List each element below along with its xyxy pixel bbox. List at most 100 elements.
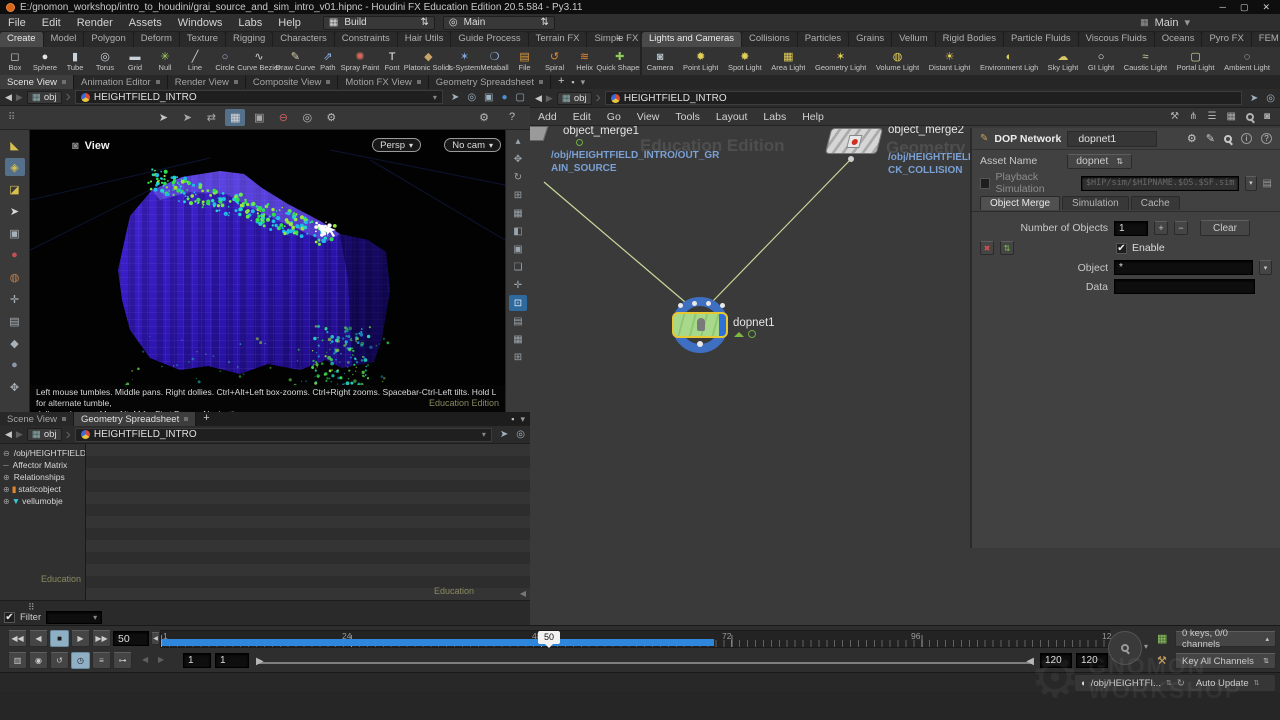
shelf-tab[interactable]: Rigging xyxy=(226,32,273,47)
shelf-tool[interactable]: ◙ Camera xyxy=(642,47,678,75)
path-field[interactable]: HEIGHTFIELD_INTRO xyxy=(605,91,1242,105)
help-icon[interactable]: ? xyxy=(502,109,522,126)
chevron-down-icon[interactable]: ▾ xyxy=(1245,176,1256,191)
display-option-icon[interactable]: ⊡ xyxy=(509,295,527,311)
main-selector[interactable]: ◎ Main ⇅ xyxy=(443,16,555,30)
display-option-icon[interactable]: ▣ xyxy=(509,241,527,257)
pane-tab[interactable]: Render View xyxy=(168,75,246,89)
shelf-tool[interactable]: ◍ Volume Light xyxy=(871,47,924,75)
menu-item[interactable]: Help xyxy=(270,16,309,30)
range-start-handle[interactable]: ▶ xyxy=(256,656,264,667)
viewport-tool-icon[interactable]: ◎ xyxy=(297,109,317,126)
shelf-tool[interactable]: ✚ Quick Shapes xyxy=(600,47,640,75)
display-option-icon[interactable]: ⊞ xyxy=(509,349,527,365)
clear-button[interactable]: Clear xyxy=(1200,220,1250,236)
viewport-side-tool-icon[interactable]: ◣ xyxy=(5,136,25,154)
viewport-side-tool-icon[interactable]: ◪ xyxy=(5,180,25,198)
snapshot-icon[interactable]: ◙ xyxy=(1264,111,1270,122)
shelf-tool[interactable]: ≈ Caustic Light xyxy=(1119,47,1172,75)
shelf-tab[interactable]: Rigid Bodies xyxy=(936,32,1004,47)
range-end-handle[interactable]: ◀ xyxy=(1026,656,1034,667)
pane-tab[interactable]: Motion FX View xyxy=(338,75,428,89)
shelf-tool[interactable]: ✶ Geometry Light xyxy=(810,47,871,75)
add-pane-tab-button[interactable]: + xyxy=(551,75,571,89)
shelf-tab[interactable]: Guide Process xyxy=(451,32,528,47)
shelf-tool[interactable]: ✶ L-System xyxy=(450,47,480,75)
playbar-option-icon[interactable]: ⊶ xyxy=(113,652,132,669)
node-output-dot[interactable] xyxy=(697,341,703,347)
projection-selector[interactable]: Persp ▾ xyxy=(372,138,421,152)
tree-expander-icon[interactable]: ⊕ xyxy=(3,485,10,494)
cube-icon[interactable]: ▣ xyxy=(484,92,493,103)
frame-range-slider[interactable]: ▶ ◀ xyxy=(258,656,1032,670)
menu-item[interactable]: Labs xyxy=(230,16,270,30)
display-option-icon[interactable]: ↻ xyxy=(509,169,527,185)
viewport-tool-icon[interactable]: ▦ xyxy=(225,109,245,126)
tree-item[interactable]: ⊕ ▼ vellumobje xyxy=(0,495,85,507)
display-option-icon[interactable]: ▤ xyxy=(509,313,527,329)
display-option-icon[interactable]: ▦ xyxy=(509,331,527,347)
search-icon[interactable] xyxy=(1246,113,1254,121)
shelf-tool[interactable]: ◻ Box xyxy=(0,47,30,75)
viewport-side-tool-icon[interactable]: ▣ xyxy=(5,224,25,242)
brush-icon[interactable]: ✎ xyxy=(1206,132,1215,145)
shelf-tool[interactable]: ≋ Helix xyxy=(570,47,600,75)
desktop-name[interactable]: Main xyxy=(1155,17,1179,29)
pin-icon[interactable]: ➤ xyxy=(500,429,508,440)
key-all-channels-selector[interactable]: Key All Channels⇅ xyxy=(1175,653,1276,669)
playback-button[interactable]: ▶ xyxy=(71,630,90,647)
range-start-field[interactable]: 1 xyxy=(215,653,249,668)
info-icon[interactable]: i xyxy=(1241,133,1252,144)
path-field[interactable]: HEIGHTFIELD_INTRO ▾ xyxy=(75,428,492,442)
shelf-tool[interactable]: ☁ Sky Light xyxy=(1043,47,1083,75)
shelf-tool[interactable]: ◐ Environment Light xyxy=(975,47,1043,75)
shelf-tool[interactable]: ○ Circle xyxy=(210,47,240,75)
back-icon[interactable]: ◀ xyxy=(535,93,542,104)
box-icon[interactable]: ▢ xyxy=(516,92,525,103)
pane-menu-icon[interactable]: ▾ xyxy=(581,77,586,88)
keys-status-button[interactable]: 0 keys, 0/0 channels▴ xyxy=(1175,631,1276,647)
viewport-tool-icon[interactable]: ➤ xyxy=(153,109,173,126)
global-start-field[interactable]: 1 xyxy=(183,653,211,668)
data-field[interactable] xyxy=(1114,279,1255,294)
node-output-dot[interactable] xyxy=(848,156,854,162)
shelf-tab[interactable]: Oceans xyxy=(1155,32,1203,47)
viewport-side-tool-icon[interactable]: ● xyxy=(5,246,25,264)
viewport-side-tool-icon[interactable]: ◆ xyxy=(5,334,25,352)
path-root-chip[interactable]: ▦ obj xyxy=(27,428,62,441)
shelf-tab[interactable]: Simple FX xyxy=(587,32,640,47)
shelf-tool[interactable]: ◎ Torus xyxy=(90,47,120,75)
viewport-tool-icon[interactable]: ▣ xyxy=(249,109,269,126)
scroll-left-icon[interactable]: ◀ xyxy=(520,589,526,598)
viewport-tool-icon[interactable]: ⚙ xyxy=(321,109,341,126)
tree-expander-icon[interactable]: ⊕ xyxy=(3,473,10,482)
pane-tab[interactable]: Composite View xyxy=(246,75,338,89)
refresh-icon[interactable]: ↻ xyxy=(1177,678,1185,689)
node-object-merge2-body[interactable] xyxy=(825,128,883,154)
viewport-tool-icon[interactable]: ➤ xyxy=(177,109,197,126)
shelf-tool[interactable]: ∿ Curve Bezier xyxy=(240,47,278,75)
tree-expander-icon[interactable]: ─ xyxy=(3,461,9,470)
menu-item[interactable]: Edit xyxy=(34,16,69,30)
shelf-tool[interactable]: ↺ Spiral xyxy=(540,47,570,75)
shelf-tab[interactable]: Collisions xyxy=(742,32,798,47)
display-option-icon[interactable]: ▴ xyxy=(509,133,527,149)
forward-icon[interactable]: ▶ xyxy=(16,92,23,103)
shelf-tool[interactable]: ● Sphere xyxy=(30,47,60,75)
viewport-side-tool-icon[interactable]: ✥ xyxy=(5,378,25,396)
playback-button[interactable]: ■ xyxy=(50,630,69,647)
display-option-icon[interactable]: ▦ xyxy=(509,205,527,221)
shelf-tab[interactable]: Characters xyxy=(273,32,334,47)
playback-simulation-checkbox[interactable] xyxy=(980,178,990,189)
shelf-tool[interactable]: ╱ Line xyxy=(180,47,210,75)
remove-instance-icon[interactable]: ✖ xyxy=(980,241,994,255)
range-jump-end-icon[interactable]: ▶ xyxy=(158,655,164,664)
shelf-tab[interactable]: Create xyxy=(0,32,44,47)
shelf-tab[interactable]: Particle Fluids xyxy=(1004,32,1079,47)
dot-icon[interactable]: ● xyxy=(502,92,508,103)
menu-item[interactable]: Windows xyxy=(170,16,231,30)
shelf-tool[interactable]: ☀ Distant Light xyxy=(924,47,975,75)
shelf-tab[interactable]: Model xyxy=(44,32,85,47)
display-option-icon[interactable]: ✥ xyxy=(509,151,527,167)
pane-tab[interactable]: Animation Editor xyxy=(74,75,168,89)
